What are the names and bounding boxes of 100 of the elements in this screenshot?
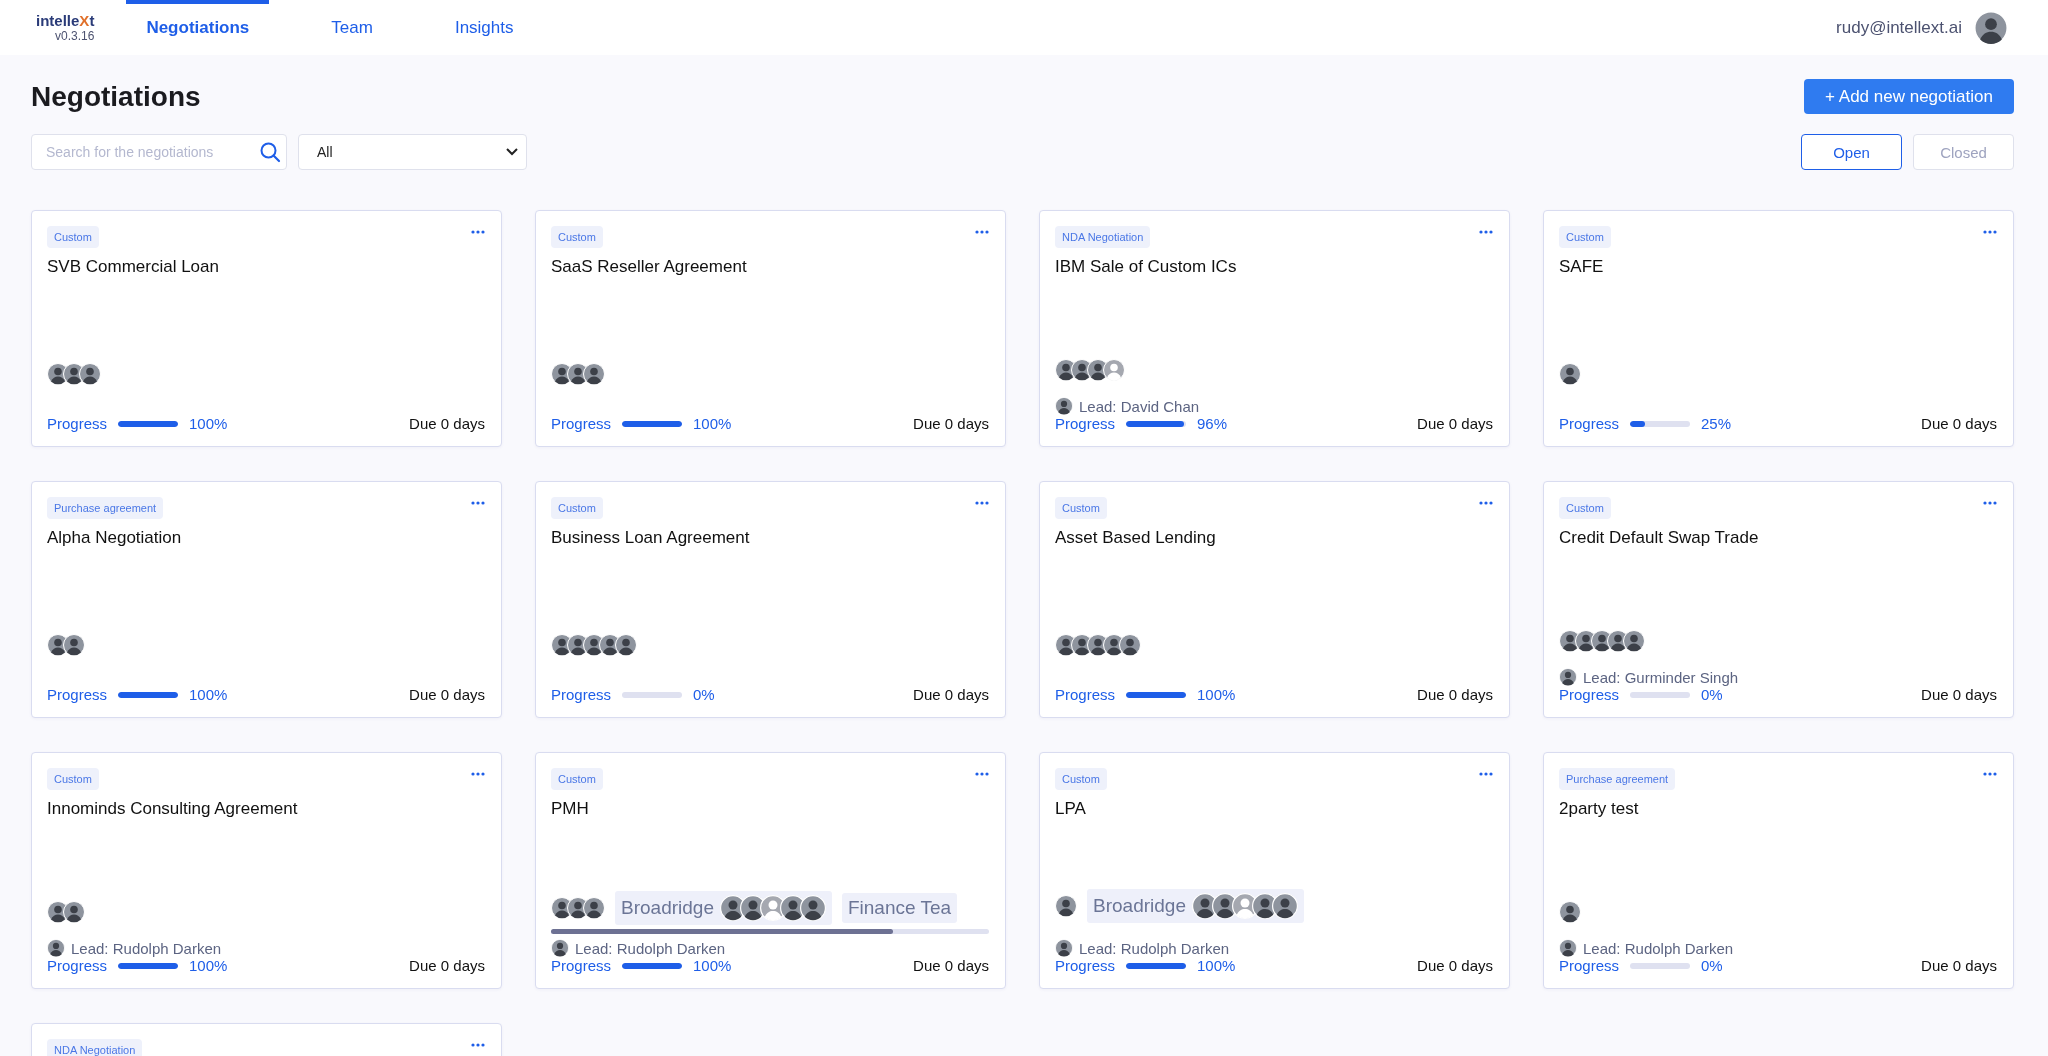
type-tag: Custom [1559,497,1611,519]
more-icon[interactable] [471,772,485,776]
type-tag: Purchase agreement [1559,768,1676,790]
progress-label: Progress [47,415,108,432]
card-title: SaaS Reseller Agreement [551,257,748,277]
card-title: Asset Based Lending [1055,528,1217,548]
team-name: Broadridge [621,897,714,919]
avatar-icon [551,939,569,957]
due-text: Due 0 days [1417,686,1493,703]
add-negotiation-button[interactable]: + Add new negotiation [1804,79,2014,114]
due-text: Due 0 days [1921,957,1997,974]
lead-name: Lead: Rudolph Darken [575,939,726,957]
negotiation-card[interactable]: NDA Negotiation [31,1023,502,1056]
scrollbar[interactable] [551,929,989,934]
avatar-icon [1974,10,2008,45]
more-icon[interactable] [471,230,485,234]
lead-name: Lead: Gurminder Singh [1583,668,1739,686]
progress-label: Progress [47,957,108,974]
more-icon[interactable] [975,501,989,505]
negotiation-card[interactable]: Custom PMH Broadridge Finance Tea Lead: Rudolph Darken Progress 100% Due 0 days [535,752,1006,989]
card-title: 2party test [1559,799,1640,819]
progress-percent: 100% [189,686,228,703]
card-title: IBM Sale of Custom ICs [1055,257,1238,277]
progress-label: Progress [551,686,612,703]
progress-percent: 100% [693,957,732,974]
more-icon[interactable] [1983,772,1997,776]
due-text: Due 0 days [913,415,989,432]
negotiation-card[interactable]: Custom Innominds Consulting Agreement Lead: Rudolph Darken Progress 100% Due 0 days [31,752,502,989]
search-field[interactable]: Search for the negotiations [31,134,287,170]
page-title: Negotiations [31,80,201,113]
nav-tab[interactable]: Negotiations [126,0,270,55]
nav-tab[interactable]: Insights [434,0,534,55]
avatar-icon [1623,630,1645,652]
more-icon[interactable] [471,501,485,505]
progress-label: Progress [1559,957,1620,974]
progress-label: Progress [47,686,108,703]
avatar-icon [63,634,85,656]
avatar-icon [583,897,605,919]
team-chip[interactable]: Finance Tea [841,893,958,923]
negotiation-card[interactable]: Purchase agreement Alpha Negotiation Progress 100% Due 0 days [31,481,502,718]
avatar-icon [1271,893,1298,919]
due-text: Due 0 days [1417,415,1493,432]
more-icon[interactable] [1983,501,1997,505]
more-icon[interactable] [975,230,989,234]
due-text: Due 0 days [913,686,989,703]
avatar-icon [47,939,65,957]
card-title: SAFE [1559,257,1605,277]
more-icon[interactable] [1479,230,1493,234]
progress-label: Progress [1559,415,1620,432]
lead-name: Lead: Rudolph Darken [1583,939,1734,957]
progress-percent: 100% [189,415,228,432]
chevron-icon [506,148,518,156]
progress-percent: 0% [1701,686,1723,703]
more-icon[interactable] [471,1043,485,1047]
progress-label: Progress [1055,686,1116,703]
card-title: Credit Default Swap Trade [1559,528,1760,548]
progress-percent: 100% [693,415,732,432]
negotiation-card[interactable]: Custom LPA Broadridge Lead: Rudolph Darken Progress 100% Due 0 days [1039,752,1510,989]
negotiation-card[interactable]: Custom Business Loan Agreement Progress 0% Due 0 days [535,481,1006,718]
negotiation-card[interactable]: NDA Negotiation IBM Sale of Custom ICs Lead: David Chan Progress 96% Due 0 days [1039,210,1510,447]
avatar-icon [1119,634,1141,656]
avatar-icon [1055,939,1073,957]
progress-label: Progress [1055,415,1116,432]
due-text: Due 0 days [409,957,485,974]
negotiation-card[interactable]: Custom SaaS Reseller Agreement Progress 100% Due 0 days [535,210,1006,447]
due-text: Due 0 days [1921,686,1997,703]
type-tag: Custom [551,497,603,519]
nav-tab[interactable]: Team [311,0,393,55]
filter-select[interactable]: All [298,134,527,170]
card-title: Innominds Consulting Agreement [47,799,299,819]
lead-name: Lead: Rudolph Darken [1079,939,1230,957]
type-tag: Custom [551,768,603,790]
type-tag: NDA Negotiation [47,1039,143,1056]
team-chip[interactable]: Broadridge [615,891,832,925]
due-text: Due 0 days [1921,415,1997,432]
due-text: Due 0 days [409,415,485,432]
more-icon[interactable] [1479,501,1493,505]
search-icon[interactable] [259,141,281,163]
more-icon[interactable] [1479,772,1493,776]
avatar-icon [1055,895,1077,917]
avatar-icon [79,363,101,385]
negotiation-card[interactable]: Custom SVB Commercial Loan Progress 100% Due 0 days [31,210,502,447]
avatar-icon [63,901,85,923]
progress-percent: 96% [1197,415,1228,432]
team-chip[interactable]: Broadridge [1087,889,1304,923]
default-avatar-icon [1103,359,1125,381]
type-tag: Custom [551,226,603,248]
team-name: Broadridge [1093,895,1186,917]
negotiation-card[interactable]: Custom Credit Default Swap Trade Lead: Gurminder Singh Progress 0% Due 0 days [1543,481,2014,718]
negotiation-card[interactable]: Purchase agreement 2party test Lead: Rudolph Darken Progress 0% Due 0 days [1543,752,2014,989]
more-icon[interactable] [975,772,989,776]
more-icon[interactable] [1983,230,1997,234]
logo[interactable]: intelleXt [36,12,95,29]
negotiation-card[interactable]: Custom SAFE Progress 25% Due 0 days [1543,210,2014,447]
user-email: rudy@intellext.ai [1836,17,1962,38]
type-tag: Purchase agreement [47,497,164,519]
negotiation-card[interactable]: Custom Asset Based Lending Progress 100% Due 0 days [1039,481,1510,718]
type-tag: Custom [47,768,99,790]
status-toggle[interactable]: Open [1801,134,1902,170]
card-title: Business Loan Agreement [551,528,751,548]
